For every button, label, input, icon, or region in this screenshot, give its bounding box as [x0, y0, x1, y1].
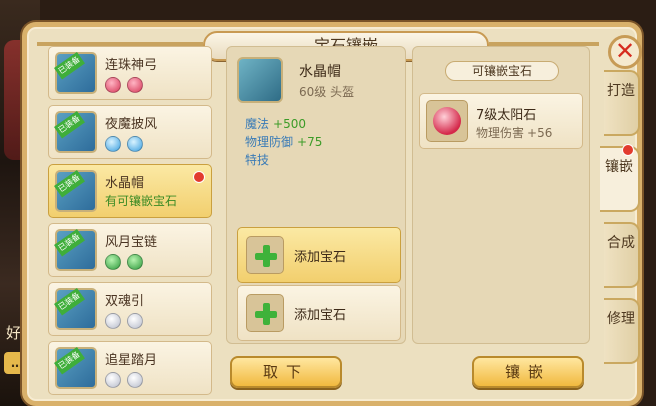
gem-sockets	[105, 77, 143, 93]
plus-icon	[246, 236, 284, 274]
blue-gem-icon	[105, 136, 121, 152]
equipment-item-star-boots[interactable]: 已装备 追星踏月	[48, 341, 212, 395]
stat-value: +500	[273, 117, 306, 131]
tab-combine[interactable]: 合成	[604, 222, 640, 288]
tab-repair[interactable]: 修理	[604, 298, 640, 364]
equipped-badge: 已装备	[54, 110, 85, 139]
gem-stat: 物理伤害 +56	[476, 124, 552, 141]
equipment-item-crystal-hat[interactable]: 已装备 水晶帽 有可镶嵌宝石	[48, 164, 212, 218]
special-skill-label[interactable]: 特技	[245, 151, 269, 168]
boots-icon: 已装备	[54, 346, 97, 389]
gem-name: 7级太阳石	[476, 108, 537, 123]
equipment-name: 连珠神弓	[105, 58, 158, 73]
gem-sockets	[105, 254, 143, 270]
gem-sockets	[105, 372, 143, 388]
equipped-badge: 已装备	[54, 346, 85, 375]
equipment-name: 风月宝链	[105, 235, 158, 250]
hat-icon: 已装备	[54, 169, 97, 212]
tab-inlay[interactable]: 镶嵌	[600, 144, 640, 212]
white-gem-icon	[127, 372, 143, 388]
green-gem-icon	[105, 254, 121, 270]
gem-available-hint: 有可镶嵌宝石	[105, 194, 178, 208]
red-gem-icon	[105, 77, 121, 93]
gem-slot-2[interactable]: 添加宝石	[237, 285, 401, 341]
equipment-item-night-cloak[interactable]: 已装备 夜魔披风	[48, 105, 212, 159]
blue-gem-icon	[127, 136, 143, 152]
hat-icon	[237, 57, 283, 103]
equipment-name: 双魂引	[105, 294, 145, 309]
stat-key: 物理防御	[245, 135, 294, 149]
equipped-badge: 已装备	[54, 287, 85, 316]
stat-value: +75	[297, 135, 323, 149]
equipped-badge: 已装备	[54, 169, 85, 198]
remove-gem-button[interactable]: 取下	[230, 356, 342, 388]
red-gem-icon	[127, 77, 143, 93]
gem-stat-key: 物理伤害	[476, 126, 525, 140]
slot-label: 添加宝石	[294, 308, 347, 323]
equipped-badge: 已装备	[54, 228, 85, 257]
detail-level-type: 60级 头盔	[299, 85, 355, 99]
white-gem-icon	[105, 313, 121, 329]
equipment-detail-panel: 水晶帽 60级 头盔 魔法 +500 物理防御 +75 特技 添加宝石 添加宝石	[226, 46, 406, 344]
notification-dot	[193, 171, 205, 183]
stat-physical-defense: 物理防御 +75	[245, 133, 322, 150]
gem-sockets	[105, 313, 143, 329]
white-gem-icon	[127, 313, 143, 329]
stat-magic: 魔法 +500	[245, 115, 306, 132]
bow-icon: 已装备	[54, 51, 97, 94]
equipment-name: 夜魔披风	[105, 117, 158, 132]
equipment-item-lianzhu-bow[interactable]: 已装备 连珠神弓	[48, 46, 212, 100]
tab-forge[interactable]: 打造	[604, 70, 640, 136]
white-gem-icon	[105, 372, 121, 388]
ring-icon: 已装备	[54, 287, 97, 330]
gem-slot-1[interactable]: 添加宝石	[237, 227, 401, 283]
necklace-icon: 已装备	[54, 228, 97, 271]
gem-card-sun-stone[interactable]: 7级太阳石 物理伤害 +56	[419, 93, 583, 149]
plus-icon	[246, 294, 284, 332]
inlay-gem-button[interactable]: 镶嵌	[472, 356, 584, 388]
sun-stone-gem-shape	[433, 107, 461, 135]
close-button[interactable]: ✕	[608, 35, 642, 69]
equipment-item-twin-soul[interactable]: 已装备 双魂引	[48, 282, 212, 336]
cloak-icon: 已装备	[54, 110, 97, 153]
equipped-badge: 已装备	[54, 51, 85, 80]
equipment-name: 追星踏月	[105, 353, 158, 368]
gem-sockets	[105, 136, 143, 152]
available-gems-panel: 可镶嵌宝石 7级太阳石 物理伤害 +56	[412, 46, 590, 344]
equipment-list: 已装备 连珠神弓 已装备 夜魔披风 已装备 水晶帽 有可镶嵌宝石 已装备 风月宝…	[48, 46, 214, 400]
detail-name: 水晶帽	[299, 64, 341, 80]
stat-key: 魔法	[245, 117, 270, 131]
tab-label: 镶嵌	[605, 159, 633, 175]
notification-dot	[622, 144, 634, 156]
equipment-item-wind-moon-necklace[interactable]: 已装备 风月宝链	[48, 223, 212, 277]
green-gem-icon	[127, 254, 143, 270]
gem-panel-title: 可镶嵌宝石	[445, 61, 559, 81]
equipment-name: 水晶帽	[105, 176, 145, 191]
sun-stone-icon	[426, 100, 468, 142]
slot-label: 添加宝石	[294, 250, 347, 265]
gem-stat-value: +56	[527, 126, 553, 140]
